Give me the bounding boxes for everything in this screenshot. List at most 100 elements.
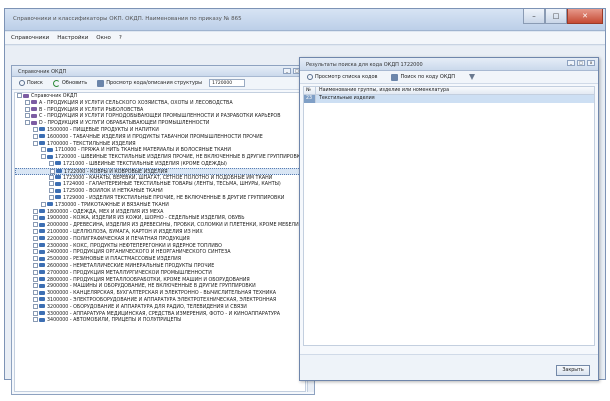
folder-icon [31,107,37,112]
tree-row[interactable]: 2800000 - ПРОДУКЦИЯ МЕТАЛЛООБРАБОТКИ, КР… [15,276,305,284]
tree-row-label: 2200000 - ПОЛИГРАФИЧЕСКАЯ И ПЕЧАТНАЯ ПРО… [47,236,190,242]
expand-toggle-icon[interactable] [33,317,38,323]
tree-row[interactable]: 1725000 - ВОЙЛОК И НЕТКАНЫЕ ТКАНИ [15,188,305,195]
tree-row[interactable]: 2000000 - ДРЕВЕСИНА, ИЗДЕЛИЯ ИЗ ДРЕВЕСИН… [15,222,305,229]
tree-row[interactable]: 1730000 - ТРИКОТАЖНЫЕ И ВЯЗАНЫЕ ТКАНИ [15,201,305,209]
okdp-minimize-button[interactable]: _ [283,68,291,74]
expand-toggle-icon[interactable] [49,174,54,180]
expand-toggle-icon[interactable] [25,99,30,105]
expand-toggle-icon[interactable] [17,93,22,98]
tree-row[interactable]: D - ПРОДУКЦИЯ И УСЛУГИ ОБРАБАТЫВАЮЩЕЙ ПР… [15,120,305,127]
tree-row[interactable]: В - ПРОДУКЦИЯ И УСЛУГИ РЫБОЛОВСТВА [15,106,305,114]
expand-toggle-icon[interactable] [49,160,54,166]
expand-toggle-icon[interactable] [33,235,38,241]
results-grid[interactable]: № Наименование группы, изделие или номен… [303,86,595,346]
close-button[interactable]: ✕ [567,9,603,24]
expand-toggle-icon[interactable] [25,120,30,126]
tree-row[interactable]: 1724000 - ГАЛАНТЕРЕЙНЫЕ ТЕКСТИЛЬНЫЕ ТОВА… [15,181,305,188]
expand-toggle-icon[interactable] [33,228,38,234]
tree-row[interactable]: 2900000 - МАШИНЫ И ОБОРУДОВАНИЕ, НЕ ВКЛЮ… [15,283,305,290]
menu-window[interactable]: Окно [96,35,111,41]
tree-row[interactable]: 1800000 - ОДЕЖДА, МЕХ И ИЗДЕЛИЯ ИЗ МЕХА [15,208,305,216]
expand-toggle-icon[interactable] [33,283,38,289]
filter-button[interactable] [466,72,478,82]
expand-toggle-icon[interactable] [33,208,38,214]
table-row[interactable]: 23 Текстильные изделия [304,95,594,103]
tree-row[interactable]: 1600000 - ТАБАЧНЫЕ ИЗДЕЛИЯ И ПРОДУКТЫ ТА… [15,133,305,141]
code-input[interactable]: 1720000 [209,79,246,87]
expand-toggle-icon[interactable] [33,296,38,302]
tree-row[interactable]: 2100000 - ЦЕЛЛЮЛОЗА, БУМАГА, КАРТОН И ИЗ… [15,228,305,236]
expand-toggle-icon[interactable] [33,242,38,248]
expand-toggle-icon[interactable] [33,140,38,146]
expand-toggle-icon[interactable] [41,201,46,207]
view-list-button[interactable]: Просмотр списка кодов [304,72,380,82]
expand-toggle-icon[interactable] [50,168,55,174]
expand-toggle-icon[interactable] [33,269,38,275]
tree-row[interactable]: 3400000 - АВТОМОБИЛИ, ПРИЦЕПЫ И ПОЛУПРИЦ… [15,317,305,324]
expand-toggle-icon[interactable] [33,262,38,268]
tree-row[interactable]: 2200000 - ПОЛИГРАФИЧЕСКАЯ И ПЕЧАТНАЯ ПРО… [15,235,305,243]
refresh-button[interactable]: Обновить [50,78,90,89]
tree-row[interactable]: 1729000 - ИЗДЕЛИЯ ТЕКСТИЛЬНЫЕ ПРОЧИЕ, НЕ… [15,194,305,202]
tree-row[interactable]: 1723000 - КАНАТЫ, ВЕРЕВКИ, ШПАГАТ, СЕТНО… [15,174,305,182]
results-window-titlebar[interactable]: Результаты поиска для кода ОКДП 1722000 … [300,58,598,71]
expand-toggle-icon[interactable] [33,256,38,262]
column-header-name[interactable]: Наименование группы, изделие или номенкл… [316,87,594,94]
search-by-code-button[interactable]: Поиск по коду ОКДП [388,72,458,83]
menu-directories[interactable]: Справочники [11,35,49,41]
expand-toggle-icon[interactable] [33,215,38,221]
expand-toggle-icon[interactable] [33,290,38,296]
expand-toggle-icon[interactable] [41,154,46,160]
tree-row-label: 1730000 - ТРИКОТАЖНЫЕ И ВЯЗАНЫЕ ТКАНИ [55,202,169,208]
okdp-tree[interactable]: Справочник ОКДП А - ПРОДУКЦИЯ И УСЛУГИ СЕ… [14,92,306,392]
app-titlebar[interactable]: Справочники и классификаторы ОКП. ОКДП. … [5,9,605,31]
tree-row[interactable]: 1700000 - ТЕКСТИЛЬНЫЕ ИЗДЕЛИЯ [15,140,305,148]
expand-toggle-icon[interactable] [33,276,38,282]
tree-row[interactable]: 2300000 - КОКС, ПРОДУКТЫ НЕФТЕПЕРЕГОНКИ … [15,242,305,250]
tree-row[interactable]: 1720000 - ШВЕЙНЫЕ ТЕКСТИЛЬНЫЕ ИЗДЕЛИЯ ПР… [15,154,305,161]
expand-toggle-icon[interactable] [33,133,38,139]
find-code-button[interactable]: Просмотр кода/описания структуры [94,78,205,89]
tree-row[interactable]: 1721000 - ШВЕЙНЫЕ ТЕКСТИЛЬНЫЕ ИЗДЕЛИЯ (К… [15,160,305,168]
tree-row[interactable]: 3100000 - ЭЛЕКТРООБОРУДОВАНИЕ И АППАРАТУ… [15,296,305,304]
expand-toggle-icon[interactable] [41,147,46,153]
okdp-window-titlebar[interactable]: Справочник ОКДП _ □ x [12,66,314,77]
search-button[interactable]: Поиск [16,78,46,88]
tree-row[interactable]: 1500000 - ПИЩЕВЫЕ ПРОДУКТЫ И НАПИТКИ [15,126,305,134]
expand-toggle-icon[interactable] [33,310,38,316]
column-header-number[interactable]: № [304,87,316,94]
tree-row[interactable]: 1900000 - КОЖА, ИЗДЕЛИЯ ИЗ КОЖИ, ШОРНО -… [15,215,305,222]
expand-toggle-icon[interactable] [33,303,38,309]
close-results-button[interactable]: Закрыть [556,365,590,376]
results-maximize-button[interactable]: □ [577,60,585,66]
expand-toggle-icon[interactable] [49,188,54,194]
tree-row[interactable]: 2600000 - НЕМЕТАЛЛИЧЕСКИЕ МИНЕРАЛЬНЫЕ ПР… [15,262,305,270]
results-minimize-button[interactable]: _ [567,60,575,66]
expand-toggle-icon[interactable] [33,249,38,255]
expand-toggle-icon[interactable] [33,222,38,228]
expand-toggle-icon[interactable] [25,113,30,119]
results-close-icon-button[interactable]: x [587,60,595,66]
tree-row[interactable]: С - ПРОДУКЦИЯ И УСЛУГИ ГОРНОДОБЫВАЮЩЕЙ П… [15,113,305,120]
expand-toggle-icon[interactable] [49,181,54,187]
expand-toggle-icon[interactable] [25,106,30,112]
tree-row[interactable]: А - ПРОДУКЦИЯ И УСЛУГИ СЕЛЬСКОГО ХОЗЯЙСТ… [15,99,305,107]
refresh-icon [52,79,60,87]
tree-row[interactable]: 2400000 - ПРОДУКЦИЯ ОРГАНИЧЕСКОГО И НЕОР… [15,249,305,256]
tree-row[interactable]: 2700000 - ПРОДУКЦИЯ МЕТАЛЛУРГИЧЕСКОЙ ПРО… [15,269,305,277]
tree-row[interactable]: Справочник ОКДП [15,93,305,100]
menu-help[interactable]: ? [119,35,122,41]
maximize-button[interactable]: □ [545,9,567,24]
tree-row-label: 3300000 - АППАРАТУРА МЕДИЦИНСКАЯ, СРЕДСТ… [47,311,281,317]
tree-row[interactable]: 2500000 - РЕЗИНОВЫЕ И ПЛАСТМАССОВЫЕ ИЗДЕ… [15,256,305,263]
tree-row[interactable]: 3300000 - АППАРАТУРА МЕДИЦИНСКАЯ, СРЕДСТ… [15,310,305,318]
tree-row[interactable]: 3200000 - ОБОРУДОВАНИЕ И АППАРАТУРА ДЛЯ … [15,303,305,311]
tree-row[interactable]: 1710000 - ПРЯЖА И НИТЬ ТКАНЫЕ МАТЕРИАЛЫ … [15,147,305,154]
expand-toggle-icon[interactable] [33,126,38,132]
minimize-button[interactable]: – [523,9,545,24]
expand-toggle-icon[interactable] [49,194,54,200]
tree-row[interactable]: 3000000 - КАНЦЕЛЯРСКАЯ, БУХГАЛТЕРСКАЯ И … [15,290,305,297]
tree-row[interactable]: 1722000 - КОВРЫ И КОВРОВЫЕ ИЗДЕЛИЯ [15,167,305,175]
menu-settings[interactable]: Настройки [57,35,88,41]
